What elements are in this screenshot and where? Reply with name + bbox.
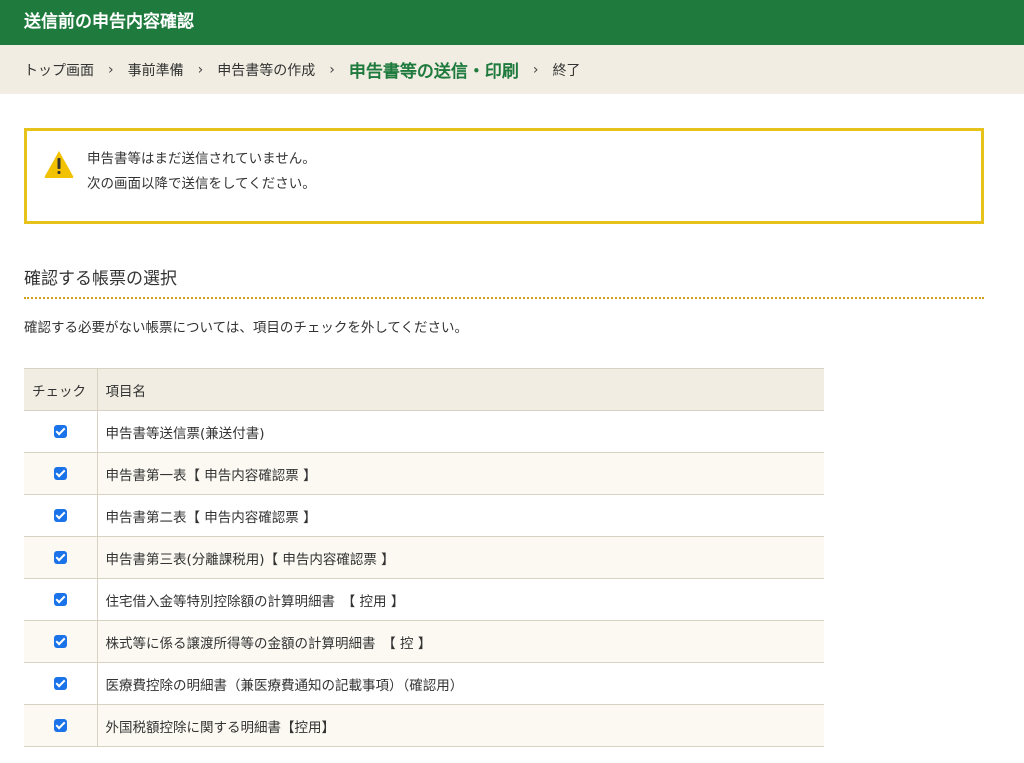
check-cell [24, 578, 98, 621]
page-header: 送信前の申告内容確認 [0, 0, 1024, 45]
breadcrumb-item-preparation: 事前準備 [127, 62, 184, 79]
row-name: 申告書等送信票(兼送付書) [97, 410, 824, 453]
table-row: 申告書第三表(分離課税用)【 申告内容確認票 】 [24, 536, 824, 579]
section-description: 確認する必要がない帳票については、項目のチェックを外してください。 [24, 320, 469, 336]
table-row: 株式等に係る譲渡所得等の金額の計算明細書 【 控 】 [24, 620, 824, 663]
chevron-right-icon: › [329, 61, 335, 78]
table-body: 申告書等送信票(兼送付書) 申告書第一表【 申告内容確認票 】申告書第二表【 申告… [24, 410, 824, 747]
check-cell [24, 536, 98, 579]
table-header-row: チェック 項目名 [24, 368, 824, 411]
breadcrumb-item-top: トップ画面 [24, 62, 94, 79]
check-cell [24, 662, 98, 705]
page-title: 送信前の申告内容確認 [24, 12, 194, 32]
row-checkbox[interactable] [53, 635, 67, 648]
section-title: 確認する帳票の選択 [24, 264, 984, 299]
breadcrumb-item-create: 申告書等の作成 [217, 62, 316, 79]
column-header-check: チェック [24, 368, 98, 411]
check-cell [24, 494, 98, 537]
table-row: 外国税額控除に関する明細書【控用】 [24, 704, 824, 747]
column-header-name: 項目名 [97, 368, 824, 411]
table-row: 医療費控除の明細書（兼医療費通知の記載事項）（確認用） [24, 662, 824, 705]
row-checkbox[interactable] [53, 509, 67, 522]
main-content: 申告書等はまだ送信されていません。 次の画面以降で送信をしてください。 確認する… [0, 128, 1024, 747]
row-checkbox[interactable] [53, 551, 67, 564]
form-selection-table: チェック 項目名 申告書等送信票(兼送付書) 申告書第一表【 申告内容確認票 】申… [24, 368, 824, 747]
row-checkbox[interactable] [53, 719, 67, 732]
row-checkbox[interactable] [53, 593, 67, 606]
alert-line-2: 次の画面以降で送信をしてください。 [87, 176, 316, 192]
chevron-right-icon: › [532, 61, 539, 78]
row-name: 申告書第三表(分離課税用)【 申告内容確認票 】 [97, 536, 824, 579]
table-row: 申告書第一表【 申告内容確認票 】 [24, 452, 824, 495]
row-name: 申告書第二表【 申告内容確認票 】 [97, 494, 824, 537]
chevron-right-icon: › [197, 61, 204, 78]
row-checkbox[interactable] [53, 425, 67, 438]
row-name: 住宅借入金等特別控除額の計算明細書 【 控用 】 [97, 578, 824, 621]
table-row: 住宅借入金等特別控除額の計算明細書 【 控用 】 [24, 578, 824, 621]
alert-message: 申告書等はまだ送信されていません。 次の画面以降で送信をしてください。 [87, 147, 316, 197]
check-cell [24, 620, 98, 663]
row-name: 申告書第一表【 申告内容確認票 】 [97, 452, 824, 495]
row-checkbox[interactable] [53, 467, 67, 480]
row-name: 医療費控除の明細書（兼医療費通知の記載事項）（確認用） [97, 662, 824, 705]
check-cell [24, 410, 98, 453]
warning-alert: 申告書等はまだ送信されていません。 次の画面以降で送信をしてください。 [24, 128, 984, 224]
breadcrumb-item-finish: 終了 [552, 62, 581, 79]
chevron-right-icon: › [108, 61, 114, 78]
breadcrumb: トップ画面 › 事前準備 › 申告書等の作成 › 申告書等の送信・印刷 › 終了 [0, 45, 1024, 94]
table-row: 申告書第二表【 申告内容確認票 】 [24, 494, 824, 537]
check-cell [24, 452, 98, 495]
row-name: 株式等に係る譲渡所得等の金額の計算明細書 【 控 】 [97, 620, 824, 663]
alert-line-1: 申告書等はまだ送信されていません。 [87, 151, 316, 167]
check-cell [24, 704, 98, 747]
row-checkbox[interactable] [53, 677, 67, 690]
table-row: 申告書等送信票(兼送付書) [24, 410, 824, 453]
warning-icon [44, 151, 74, 178]
row-name: 外国税額控除に関する明細書【控用】 [97, 704, 824, 747]
breadcrumb-item-send-print: 申告書等の送信・印刷 [348, 62, 519, 82]
